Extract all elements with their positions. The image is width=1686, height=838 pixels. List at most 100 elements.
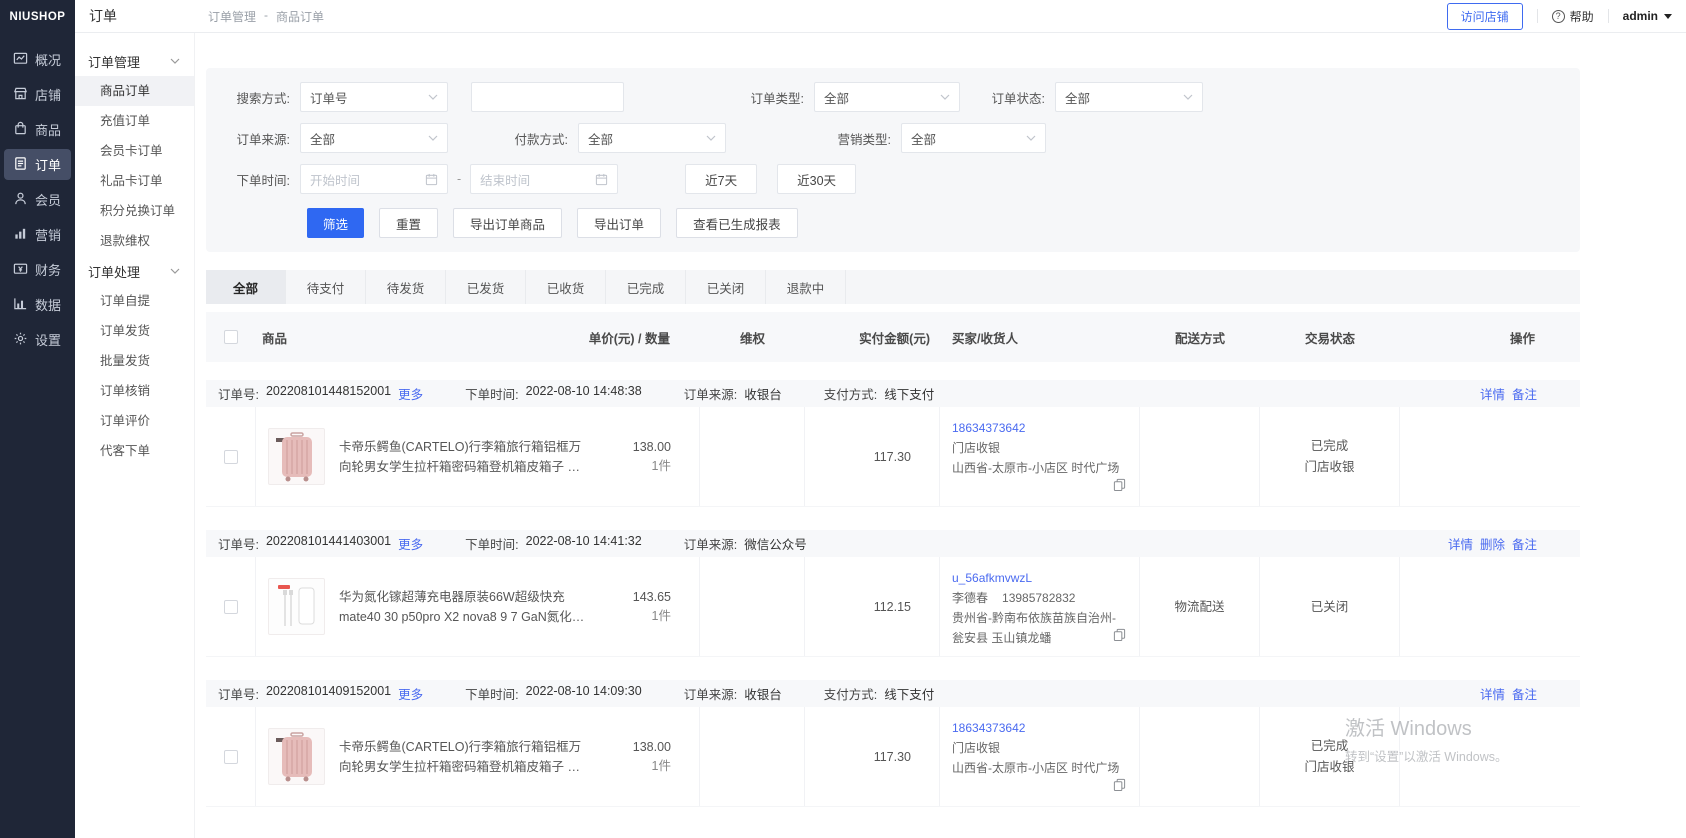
detail-link[interactable]: 详情 xyxy=(1480,684,1505,703)
order-no: 202208101441403001 xyxy=(266,534,391,553)
help-button[interactable]: ? 帮助 xyxy=(1552,8,1594,25)
sidebar-item-self-pickup[interactable]: 订单自提 xyxy=(75,286,194,316)
order-type-select[interactable]: 全部 xyxy=(814,82,960,112)
search-mode-select[interactable]: 订单号 xyxy=(300,82,448,112)
nav-item-overview[interactable]: 概况 xyxy=(4,44,71,75)
tab-pending-shipment[interactable]: 待发货 xyxy=(366,270,446,304)
nav-item-shop[interactable]: 店铺 xyxy=(4,79,71,110)
status-line1: 已关闭 xyxy=(1311,597,1349,617)
search-mode-label: 搜索方式: xyxy=(206,88,300,107)
nav-item-order[interactable]: 订单 xyxy=(4,149,71,180)
sidebar-item-proxy-order[interactable]: 代客下单 xyxy=(75,436,194,466)
sidebar-item-recharge-orders[interactable]: 充值订单 xyxy=(75,106,194,136)
buyer-address: 山西省-太原市-小店区 时代广场 xyxy=(952,758,1127,778)
select-all-checkbox[interactable] xyxy=(224,330,238,344)
col-operate: 操作 xyxy=(1400,312,1580,362)
detail-link[interactable]: 详情 xyxy=(1480,384,1505,403)
export-orders-button[interactable]: 导出订单 xyxy=(577,208,661,238)
status-line1: 已完成 xyxy=(1311,436,1349,456)
copy-icon[interactable] xyxy=(1113,627,1126,647)
module-title: 订单 xyxy=(75,6,195,26)
order-header: 订单号: 202208101441403001 更多 下单时间: 2022-08… xyxy=(206,530,1580,557)
nav-item-member[interactable]: 会员 xyxy=(4,184,71,215)
sidebar-item-batch-delivery[interactable]: 批量发货 xyxy=(75,346,194,376)
calendar-icon xyxy=(595,173,608,186)
view-reports-button[interactable]: 查看已生成报表 xyxy=(676,208,798,238)
user-menu[interactable]: admin xyxy=(1623,9,1672,23)
nav-item-goods[interactable]: 商品 xyxy=(4,114,71,145)
row-checkbox[interactable] xyxy=(224,450,238,464)
calendar-icon xyxy=(425,173,438,186)
export-order-goods-button[interactable]: 导出订单商品 xyxy=(453,208,562,238)
sidebar-item-giftcard-orders[interactable]: 礼品卡订单 xyxy=(75,166,194,196)
marketing-type-select[interactable]: 全部 xyxy=(901,123,1046,153)
reset-button[interactable]: 重置 xyxy=(379,208,438,238)
buyer-name: 李德春 xyxy=(952,588,988,608)
nav-label: 数据 xyxy=(35,295,61,314)
buyer-account-link[interactable]: u_56afkmvwzL xyxy=(952,571,1032,585)
search-keyword-input[interactable] xyxy=(471,82,624,112)
product-image-charger xyxy=(268,578,325,635)
visit-shop-button[interactable]: 访问店铺 xyxy=(1447,3,1523,30)
remark-link[interactable]: 备注 xyxy=(1512,534,1537,553)
order-source-select[interactable]: 全部 xyxy=(300,123,448,153)
tab-closed[interactable]: 已关闭 xyxy=(686,270,766,304)
breadcrumb: 订单管理 - 商品订单 xyxy=(195,8,324,25)
snav-group-order-processing[interactable]: 订单处理 xyxy=(75,256,194,286)
buyer-account-link[interactable]: 18634373642 xyxy=(952,421,1025,435)
nav-item-data[interactable]: 数据 xyxy=(4,289,71,320)
select-value: 全部 xyxy=(911,129,936,148)
remark-link[interactable]: 备注 xyxy=(1512,684,1537,703)
status-line2: 门店收银 xyxy=(1304,457,1354,477)
more-link[interactable]: 更多 xyxy=(398,534,423,553)
tab-refunding[interactable]: 退款中 xyxy=(766,270,846,304)
sidebar-item-review[interactable]: 订单评价 xyxy=(75,406,194,436)
nav-label: 财务 xyxy=(35,260,61,279)
end-date-picker[interactable]: 结束时间 xyxy=(470,164,618,194)
filter-button[interactable]: 筛选 xyxy=(307,208,364,238)
row-checkbox[interactable] xyxy=(224,750,238,764)
breadcrumb-section[interactable]: 订单管理 xyxy=(208,8,256,25)
start-date-picker[interactable]: 开始时间 xyxy=(300,164,448,194)
sidebar-item-membercard-orders[interactable]: 会员卡订单 xyxy=(75,136,194,166)
detail-link[interactable]: 详情 xyxy=(1448,534,1473,553)
secondary-sidebar: 订单管理 商品订单 充值订单 会员卡订单 礼品卡订单 积分兑换订单 退款维权 订… xyxy=(75,33,195,838)
order-time-label: 下单时间: xyxy=(206,170,300,189)
delete-link[interactable]: 删除 xyxy=(1480,534,1505,553)
more-link[interactable]: 更多 xyxy=(398,384,423,403)
sidebar-item-goods-orders[interactable]: 商品订单 xyxy=(75,76,194,106)
chevron-down-icon xyxy=(170,268,180,274)
tab-pending-payment[interactable]: 待支付 xyxy=(286,270,366,304)
sidebar-item-verify[interactable]: 订单核销 xyxy=(75,376,194,406)
order-row: 卡帝乐鳄鱼(CARTELO)行李箱旅行箱铝框万向轮男女学生拉杆箱密码箱登机箱皮箱… xyxy=(206,707,1580,807)
tab-received[interactable]: 已收货 xyxy=(526,270,606,304)
col-product: 商品 xyxy=(262,328,287,347)
sidebar-item-refund[interactable]: 退款维权 xyxy=(75,226,194,256)
nav-item-finance[interactable]: 财务 xyxy=(4,254,71,285)
pay-type-select[interactable]: 全部 xyxy=(578,123,726,153)
sidebar-item-delivery[interactable]: 订单发货 xyxy=(75,316,194,346)
row-checkbox[interactable] xyxy=(224,600,238,614)
nav-item-settings[interactable]: 设置 xyxy=(4,324,71,355)
col-trade-status: 交易状态 xyxy=(1260,312,1400,362)
buyer-account-link[interactable]: 18634373642 xyxy=(952,721,1025,735)
copy-icon[interactable] xyxy=(1113,777,1126,797)
status-line1: 已完成 xyxy=(1311,736,1349,756)
copy-icon[interactable] xyxy=(1113,477,1126,497)
tab-shipped[interactable]: 已发货 xyxy=(446,270,526,304)
nav-item-marketing[interactable]: 营销 xyxy=(4,219,71,250)
product-qty: 1件 xyxy=(633,457,671,476)
snav-group-order-management[interactable]: 订单管理 xyxy=(75,46,194,76)
remark-link[interactable]: 备注 xyxy=(1512,384,1537,403)
last-7-days-button[interactable]: 近7天 xyxy=(685,164,757,194)
order-status-select[interactable]: 全部 xyxy=(1055,82,1203,112)
last-30-days-button[interactable]: 近30天 xyxy=(777,164,856,194)
more-link[interactable]: 更多 xyxy=(398,684,423,703)
order-group: 订单号: 202208101409152001 更多 下单时间: 2022-08… xyxy=(206,680,1580,807)
col-delivery: 配送方式 xyxy=(1140,312,1260,362)
buyer-line2: 门店收银 xyxy=(952,438,1127,458)
tab-completed[interactable]: 已完成 xyxy=(606,270,686,304)
sidebar-item-points-orders[interactable]: 积分兑换订单 xyxy=(75,196,194,226)
tab-all[interactable]: 全部 xyxy=(206,270,286,304)
pay-method-label: 支付方式: xyxy=(824,684,877,703)
